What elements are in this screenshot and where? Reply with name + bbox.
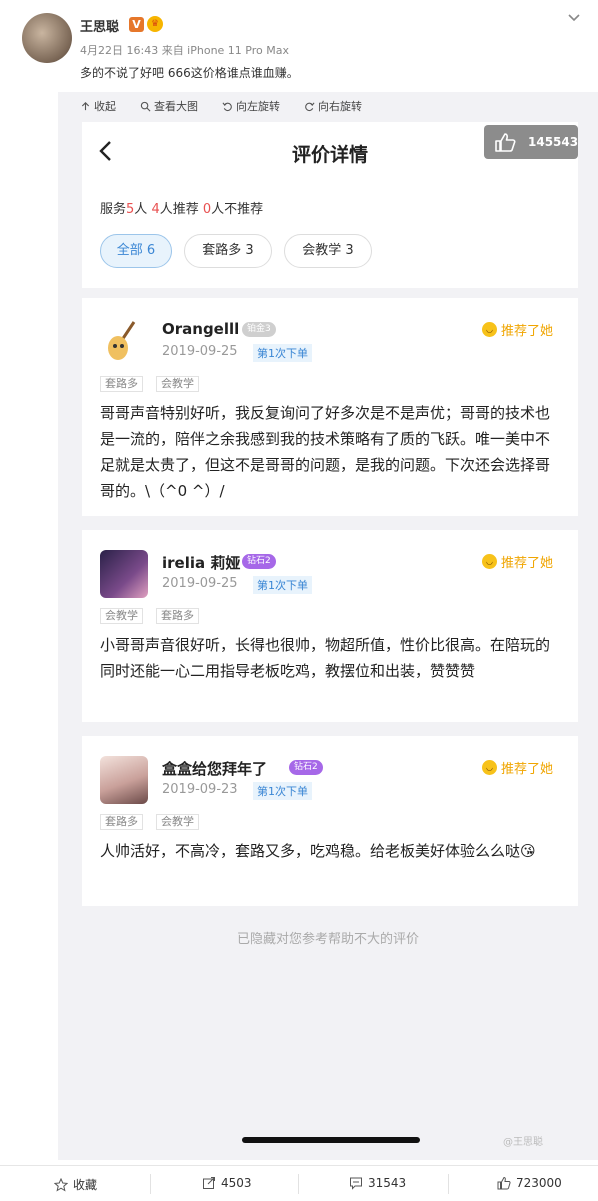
like-button[interactable]: 145543	[484, 125, 578, 159]
like-count-bottom: 723000	[516, 1176, 562, 1190]
collapse-icon	[81, 101, 90, 110]
vip-crown-icon: ♛	[147, 16, 163, 32]
thumbs-up-icon	[495, 133, 516, 152]
summary-people: 人	[134, 202, 152, 217]
reviewer-avatar[interactable]	[100, 756, 148, 804]
summary-prefix: 服务	[100, 202, 127, 217]
rotate-right-button[interactable]: 向右旋转	[304, 98, 362, 114]
comment-button[interactable]: 31543	[349, 1176, 406, 1190]
recommend-status: ◡ 推荐了她	[482, 758, 553, 777]
rank-badge: 铂金3	[242, 322, 276, 337]
review-card: Orangelll 铂金3 2019-09-25 第1次下单 ◡ 推荐了她 套路多…	[82, 298, 578, 516]
review-tag: 会教学	[156, 376, 199, 392]
divider	[150, 1174, 151, 1194]
search-icon	[140, 101, 151, 111]
rotate-right-label: 向右旋转	[318, 100, 362, 113]
favorite-label: 收藏	[73, 1178, 98, 1192]
divider	[448, 1174, 449, 1194]
watermark: @王思聪	[503, 1137, 543, 1148]
review-text: 哥哥声音特别好听，我反复询问了好多次是不是声优；哥哥的技术也是一流的，陪伴之余我…	[100, 404, 551, 500]
recommend-count: 4	[151, 202, 160, 217]
reviewer-avatar[interactable]	[100, 550, 148, 598]
like-bottom-button[interactable]: 723000	[497, 1176, 562, 1190]
comment-icon	[350, 1177, 362, 1190]
hidden-reviews-note: 已隐藏对您参考帮助不大的评价	[236, 932, 419, 947]
rank-badge: 钻石2	[242, 554, 276, 569]
rotate-left-button[interactable]: 向左旋转	[222, 98, 280, 114]
recommend-label: 推荐了她	[501, 324, 554, 339]
divider	[298, 1174, 299, 1194]
recommend-label: 人推荐	[159, 202, 203, 217]
action-bar: 收藏 4503 31543 723000	[0, 1165, 598, 1201]
repost-count: 4503	[221, 1176, 252, 1190]
filter-chip-tricks[interactable]: 套路多 3	[184, 234, 272, 268]
favorite-button[interactable]: 收藏	[54, 1176, 97, 1193]
order-badge: 第1次下单	[253, 576, 312, 594]
review-card: irelia 莉娅 钻石2 2019-09-25 第1次下单 ◡ 推荐了她 会教学…	[82, 530, 578, 722]
order-badge: 第1次下单	[253, 782, 312, 800]
recommend-label: 推荐了她	[501, 556, 554, 571]
filter-chip-teaching[interactable]: 会教学 3	[284, 234, 372, 268]
smile-icon: ◡	[482, 554, 497, 569]
review-text: 小哥哥声音很好听，长得也很帅，物超所值，性价比很高。在陪玩的同时还能一心二用指导…	[100, 636, 551, 680]
author-name[interactable]: 王思聪	[80, 16, 119, 35]
thumbs-up-icon	[497, 1176, 511, 1190]
chevron-down-icon[interactable]	[566, 10, 582, 26]
review-date: 2019-09-23	[162, 782, 238, 797]
comment-count: 31543	[368, 1176, 407, 1190]
post-header: 王思聪 V ♛ 4月22日 16:43 来自 iPhone 11 Pro Max…	[0, 0, 598, 92]
recommend-label: 推荐了她	[501, 762, 554, 777]
not-recommend-count: 0	[202, 202, 212, 217]
author-avatar[interactable]	[22, 13, 72, 63]
review-tag: 套路多	[156, 608, 199, 624]
rank-badge: 钻石2	[289, 760, 323, 775]
reviewer-avatar[interactable]	[100, 318, 148, 366]
star-icon	[54, 1177, 68, 1192]
reviewer-name: 盒盒给您拜年了	[162, 760, 268, 778]
review-date: 2019-09-25	[162, 576, 238, 591]
verified-badge-icon: V	[129, 17, 144, 32]
smile-icon: ◡	[482, 760, 497, 775]
review-text: 人帅活好，不高冷，套路又多，吃鸡稳。给老板美好体验么么哒😘	[100, 842, 536, 860]
image-toolbar: 收起 查看大图 向左旋转 向右旋转	[58, 92, 598, 120]
review-tag: 会教学	[156, 814, 199, 830]
recommend-status: ◡ 推荐了她	[482, 552, 553, 571]
review-tag: 套路多	[100, 376, 143, 392]
repost-icon	[203, 1177, 215, 1189]
post-meta: 4月22日 16:43 来自 iPhone 11 Pro Max	[80, 44, 289, 57]
recommend-status: ◡ 推荐了她	[482, 320, 553, 339]
smile-icon: ◡	[482, 322, 497, 337]
reviewer-name: irelia 莉娅	[162, 554, 241, 572]
collapse-label: 收起	[94, 100, 116, 113]
review-summary: 服务5人 4人推荐 0人不推荐	[100, 198, 263, 217]
post-image[interactable]: 评价详情 服务5人 4人推荐 0人不推荐 全部 6 套路多 3 会教学 3 14…	[58, 120, 598, 1160]
repost-button[interactable]: 4503	[202, 1176, 252, 1190]
like-count: 145543	[528, 135, 579, 149]
order-badge: 第1次下单	[253, 344, 312, 362]
broom-character-icon	[108, 321, 136, 360]
filter-chip-all[interactable]: 全部 6	[100, 234, 172, 268]
post-text: 多的不说了好吧 666这价格谁点谁血赚。	[80, 66, 299, 80]
home-indicator	[242, 1137, 420, 1143]
not-recommend-label: 人不推荐	[211, 202, 264, 217]
rotate-left-icon	[222, 101, 232, 111]
rotate-left-label: 向左旋转	[236, 100, 280, 113]
view-large-label: 查看大图	[154, 100, 198, 113]
collapse-button[interactable]: 收起	[80, 98, 116, 114]
review-tag: 套路多	[100, 814, 143, 830]
review-date: 2019-09-25	[162, 344, 238, 359]
rotate-right-icon	[305, 101, 315, 111]
reviewer-name: Orangelll	[162, 320, 240, 338]
review-card: 盒盒给您拜年了 钻石2 2019-09-23 第1次下单 ◡ 推荐了她 套路多 会…	[82, 736, 578, 906]
view-large-button[interactable]: 查看大图	[140, 98, 198, 114]
review-tag: 会教学	[100, 608, 143, 624]
